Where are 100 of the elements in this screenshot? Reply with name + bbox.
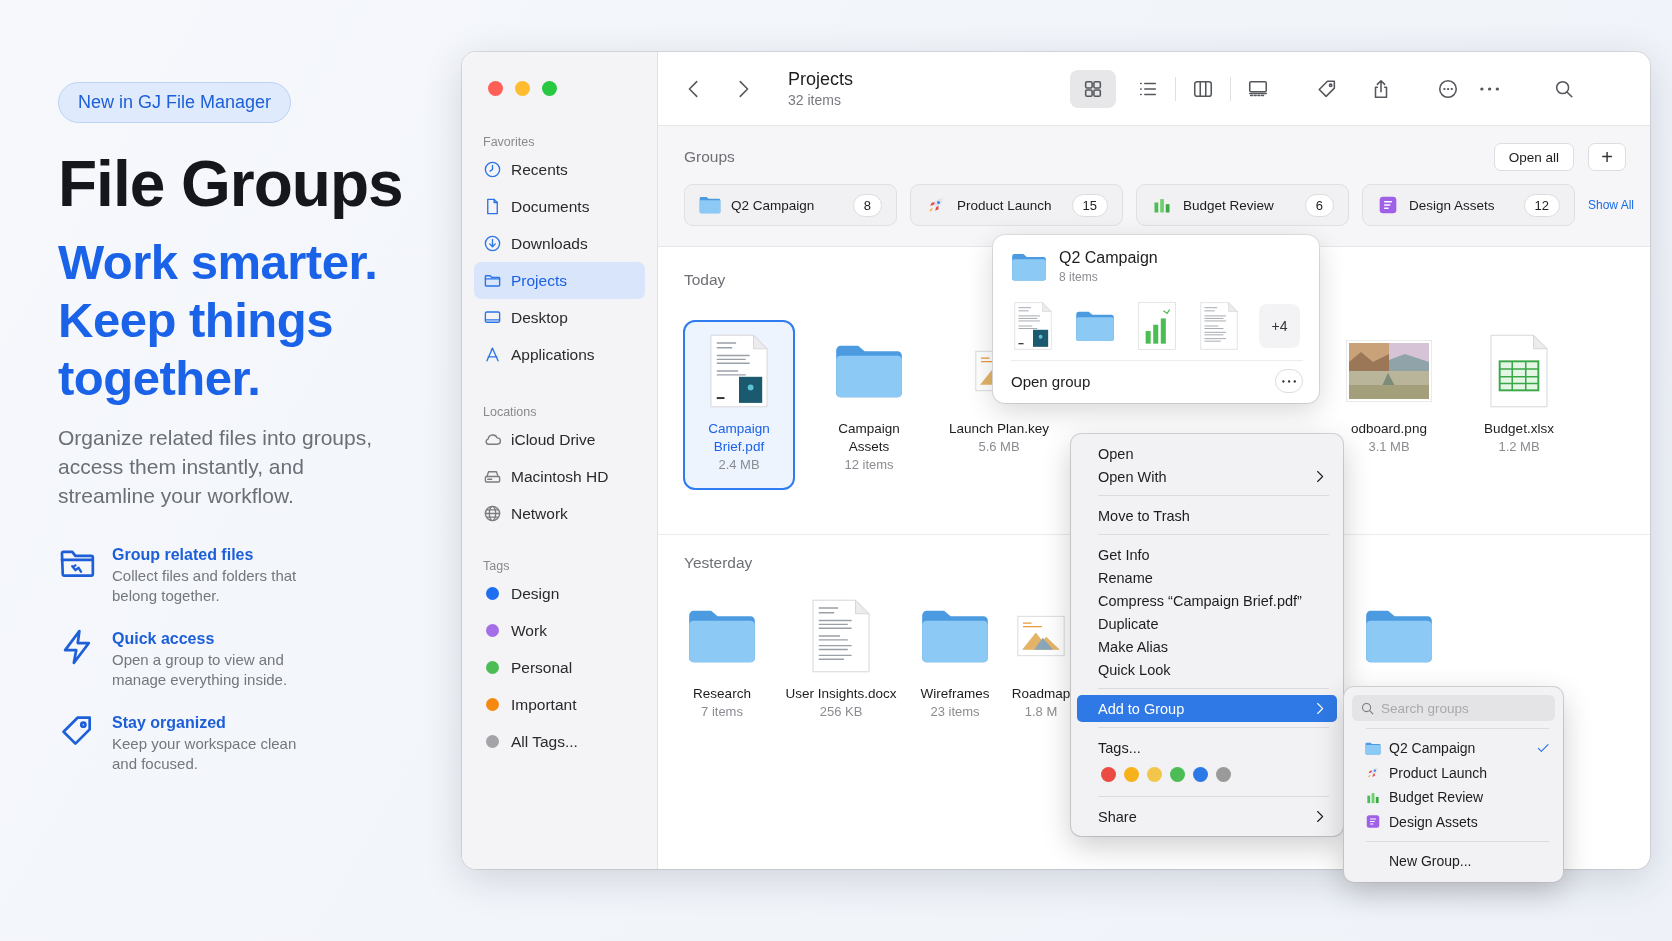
menu-item[interactable]: Tags... [1077, 736, 1337, 759]
group-chip[interactable]: Product Launch 15 [910, 184, 1123, 226]
file-item[interactable]: User Insights.docx 256 KB [770, 585, 912, 737]
folder-title: Projects [788, 69, 854, 90]
folder-icon [1011, 251, 1047, 282]
sidebar-item[interactable]: Desktop [474, 299, 645, 336]
file-name: Wireframes [920, 685, 990, 703]
more-button[interactable] [1275, 369, 1303, 393]
minimize-button[interactable] [515, 81, 530, 96]
menu-item[interactable]: Q2 Campaign [1352, 736, 1555, 761]
tag-color-dot[interactable] [1170, 766, 1185, 782]
feature-title: Stay organized [112, 713, 227, 734]
sidebar-item[interactable]: Important [474, 686, 645, 723]
tag-color-dot[interactable] [1101, 766, 1116, 782]
sidebar-item[interactable]: Work [474, 612, 645, 649]
section-label: Today [684, 270, 726, 290]
add-group-button[interactable]: + [1588, 143, 1626, 171]
tag-color-dot[interactable] [1124, 766, 1139, 782]
count-badge: 12 [1523, 193, 1560, 217]
sidebar-header: Locations [482, 404, 538, 421]
open-group-button[interactable]: Open group [1011, 372, 1091, 390]
group-chip[interactable]: Budget Review 6 [1136, 184, 1349, 226]
close-button[interactable] [488, 81, 503, 96]
file-meta: 1.2 MB [1498, 438, 1540, 456]
globe-icon [483, 504, 502, 523]
sidebar-item[interactable]: iCloud Drive [474, 421, 645, 458]
menu-item[interactable]: Design Assets [1352, 809, 1555, 834]
sidebar-item[interactable]: Projects [474, 262, 645, 299]
sidebar-item[interactable]: Design [474, 575, 645, 612]
file-name: User Insights.docx [785, 685, 897, 703]
sidebar-item[interactable]: Personal [474, 649, 645, 686]
search-icon [1360, 700, 1375, 716]
count-badge: 6 [1304, 193, 1334, 217]
file-name: Budget.xlsx [1484, 420, 1554, 438]
menu-item[interactable]: Budget Review [1352, 785, 1555, 810]
file-meta: 7 items [701, 703, 743, 721]
file-item[interactable]: Research 7 items [674, 585, 770, 737]
zoom-button[interactable] [542, 81, 557, 96]
menu-item[interactable]: Product Launch [1352, 760, 1555, 785]
clock-icon [483, 160, 502, 179]
file-meta: 1.8 M [1024, 703, 1058, 721]
feature-badge: New in GJ File Manager [58, 82, 292, 123]
slide-thumbnail [1017, 615, 1065, 657]
file-item[interactable]: Budget.xlsx 1.2 MB [1463, 320, 1575, 472]
tag-color-dot[interactable] [1193, 766, 1208, 782]
sidebar-item[interactable]: Applications [474, 336, 645, 373]
tag-color-dot[interactable] [1147, 766, 1162, 782]
show-all-link[interactable]: Show All [1588, 198, 1635, 212]
feature-description: Keep your workspace clean and focused. [112, 734, 298, 775]
tag-color-dot[interactable] [1216, 766, 1231, 782]
file-name: Launch Plan.key [949, 420, 1049, 438]
file-meta: 2.4 MB [718, 456, 760, 474]
file-meta: 5.6 MB [978, 438, 1020, 456]
file-name: Campaign Assets [837, 420, 901, 456]
file-item[interactable]: Campaign Brief.pdf 2.4 MB [683, 320, 795, 490]
menu-item[interactable]: New Group... [1352, 849, 1555, 874]
page-title: File Groups [58, 149, 403, 220]
menu-item[interactable]: Add to Group [1077, 695, 1337, 722]
menu-item[interactable]: Get Info [1077, 543, 1337, 566]
sidebar-item[interactable]: Downloads [474, 225, 645, 262]
file-name: Campaign Brief.pdf [707, 420, 771, 456]
more-icon [1437, 77, 1460, 100]
file-meta: 23 items [930, 703, 980, 721]
folder-icon [1365, 740, 1381, 756]
folder-icon [834, 343, 904, 399]
file-item[interactable]: Wireframes 23 items [912, 585, 998, 737]
document-thumbnail [1014, 302, 1052, 350]
design-icon [1377, 195, 1399, 215]
folder-icon [1075, 310, 1115, 342]
sidebar-item[interactable]: Recents [474, 151, 645, 188]
sidebar-item[interactable]: Documents [474, 188, 645, 225]
chart-thumbnail [1138, 302, 1176, 350]
design-icon [1365, 814, 1381, 830]
file-name: odboard.png [1351, 420, 1427, 438]
sidebar-item[interactable]: Network [474, 495, 645, 532]
group-chip[interactable]: Q2 Campaign 8 [684, 184, 897, 226]
feature-title: Quick access [112, 629, 216, 650]
file-meta: 12 items [844, 456, 894, 474]
feature-description: Open a group to view and manage everything inside. [112, 650, 289, 691]
menu-item[interactable]: Move to Trash [1077, 504, 1337, 527]
view-mode-button[interactable] [1070, 69, 1117, 108]
sidebar-header: Favorites [482, 134, 536, 151]
sidebar-item[interactable]: Macintosh HD [474, 458, 645, 495]
file-name: Research [693, 685, 751, 703]
file-item[interactable]: Campaign Assets 12 items [813, 320, 925, 490]
folder-icon [1364, 608, 1434, 664]
file-name: Roadmap [1011, 685, 1071, 703]
count-badge: 15 [1071, 193, 1108, 217]
search-field[interactable]: Search groups [1352, 695, 1555, 721]
count-badge: 8 [852, 193, 882, 217]
group-chip[interactable]: Design Assets 12 [1362, 184, 1575, 226]
open-all-button[interactable]: Open all [1493, 143, 1574, 171]
document-thumbnail [1200, 302, 1238, 350]
sidebar-item[interactable]: All Tags... [474, 723, 645, 760]
item-count: 32 items [788, 92, 842, 108]
feature-title: Group related files [112, 545, 255, 566]
more-count: +4 [1259, 304, 1300, 348]
popover-title: Q2 Campaign [1059, 249, 1158, 267]
menu-item[interactable]: Share [1077, 805, 1337, 828]
file-meta: 256 KB [819, 703, 863, 721]
